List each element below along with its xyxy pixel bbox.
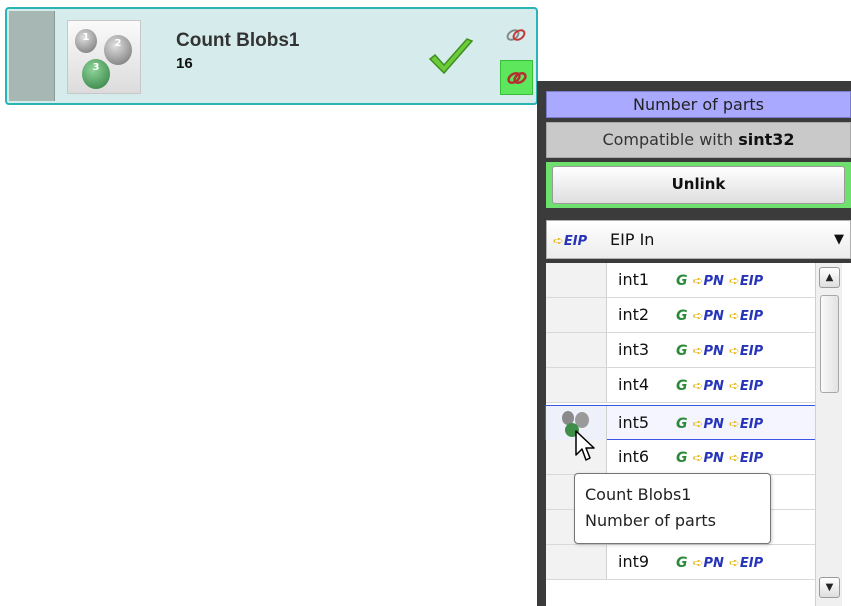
list-item[interactable]: int9 G ➪PN ➪EIP — [546, 545, 816, 580]
compat-prefix: Compatible with — [602, 130, 739, 149]
row-protocol-tags: G ➪PN ➪EIP — [676, 308, 764, 324]
linked-chain-icon[interactable] — [500, 60, 533, 95]
protocol-dropdown[interactable]: ➪EIP EIP In ▼ — [546, 220, 851, 259]
row-thumb-cell — [546, 333, 607, 367]
scroll-down-button[interactable]: ▼ — [819, 577, 840, 598]
tooltip-line2: Number of parts — [585, 511, 717, 530]
compatibility-label: Compatible with sint32 — [546, 122, 851, 158]
tool-value: 16 — [176, 55, 193, 72]
row-thumb-cell — [546, 545, 607, 579]
eip-badge: ➪EIP — [553, 234, 588, 249]
unlink-area: Unlink — [546, 162, 851, 208]
scroll-up-button[interactable]: ▲ — [819, 267, 840, 288]
list-item[interactable]: int4 G ➪PN ➪EIP — [546, 368, 816, 403]
row-protocol-tags: G ➪PN ➪EIP — [676, 343, 764, 359]
chevron-down-icon: ▼ — [834, 232, 844, 247]
row-protocol-tags: G ➪PN ➪EIP — [676, 273, 764, 289]
list-item[interactable]: int3 G ➪PN ➪EIP — [546, 333, 816, 368]
compat-type: sint32 — [738, 130, 795, 149]
list-item[interactable]: int2 G ➪PN ➪EIP — [546, 298, 816, 333]
unlink-button[interactable]: Unlink — [552, 166, 845, 204]
scrollbar-thumb[interactable] — [820, 295, 839, 393]
mouse-pointer-icon — [574, 429, 596, 467]
row-name: int9 — [618, 552, 650, 571]
list-scrollbar[interactable]: ▲ ▼ — [815, 263, 842, 606]
list-item[interactable]: int1 G ➪PN ➪EIP — [546, 263, 816, 298]
row-protocol-tags: G ➪PN ➪EIP — [676, 555, 764, 571]
row-name: int3 — [618, 340, 650, 359]
row-thumb-cell — [546, 298, 607, 332]
row-name: int1 — [618, 270, 650, 289]
tooltip-line1: Count Blobs1 — [585, 485, 692, 504]
dropdown-selected: EIP In — [610, 230, 655, 249]
blob-tool-thumbnail: 1 2 3 — [67, 20, 141, 94]
panel-header: Number of parts — [546, 91, 851, 118]
checkmark-icon — [427, 37, 475, 83]
row-protocol-tags: G ➪PN ➪EIP — [676, 378, 764, 394]
chain-link-icon[interactable] — [505, 27, 527, 47]
blob-icon: 2 — [104, 35, 132, 65]
blob-icon: 3 — [82, 59, 110, 89]
row-name: int4 — [618, 375, 650, 394]
tooltip: Count Blobs1 Number of parts — [574, 473, 771, 544]
blob-icon: 1 — [75, 29, 97, 53]
drag-handle[interactable] — [9, 11, 55, 101]
row-name: int6 — [618, 447, 650, 466]
row-protocol-tags: G ➪PN ➪EIP — [676, 416, 764, 432]
row-protocol-tags: G ➪PN ➪EIP — [676, 450, 764, 466]
row-name: int2 — [618, 305, 650, 324]
row-name: int5 — [618, 413, 650, 432]
tool-title: Count Blobs1 — [176, 30, 300, 51]
row-thumb-cell — [546, 263, 607, 297]
count-blobs-tool-block[interactable]: 1 2 3 Count Blobs1 16 — [5, 7, 538, 105]
row-thumb-cell — [546, 368, 607, 402]
